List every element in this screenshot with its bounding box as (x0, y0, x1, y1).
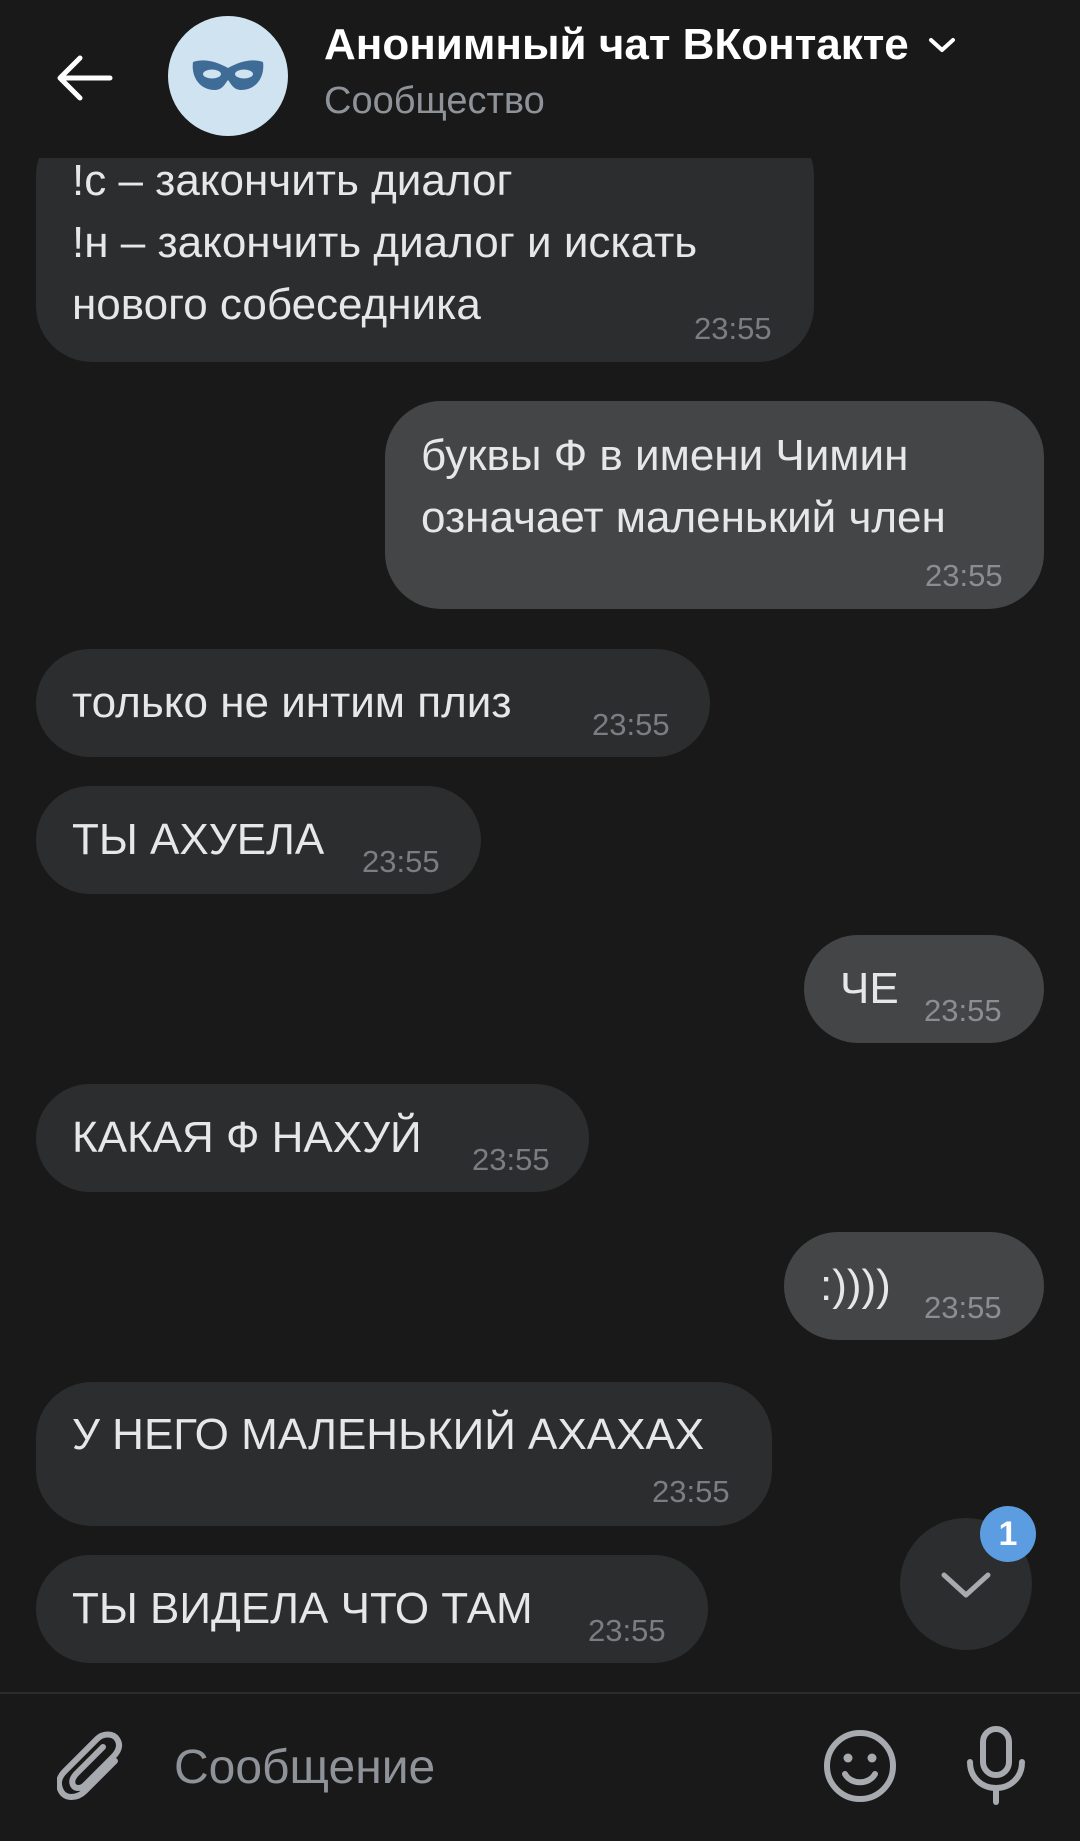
message-text: ТЫ ВИДЕЛА ЧТО ТАМ (72, 1584, 533, 1633)
message-bubble[interactable]: :)))) 23:55 (784, 1232, 1044, 1340)
voice-message-button[interactable] (948, 1718, 1044, 1814)
message-time: 23:55 (362, 844, 440, 879)
message-time: 23:55 (925, 558, 1003, 593)
message-text: !с – закончить диалог !н – закончить диа… (72, 156, 698, 329)
message-time: 23:55 (924, 1290, 1002, 1325)
message-bubble[interactable]: буквы Ф в имени Чимин означает маленький… (385, 401, 1044, 609)
message-bubble[interactable]: У НЕГО МАЛЕНЬКИЙ АХАХАХ 23:55 (36, 1382, 772, 1526)
message-composer (0, 1692, 1080, 1841)
emoji-button[interactable] (812, 1718, 908, 1814)
mask-icon (191, 58, 265, 94)
message-text: КАКАЯ Ф НАХУЙ (72, 1113, 422, 1162)
attach-button[interactable] (48, 1722, 138, 1812)
message-time: 23:55 (472, 1142, 550, 1177)
chat-title-area[interactable]: Анонимный чат ВКонтакте Сообщество (324, 20, 957, 123)
message-bubble[interactable]: ЧЕ 23:55 (804, 935, 1044, 1043)
chevron-down-icon (940, 1569, 992, 1599)
message-time: 23:55 (652, 1474, 730, 1509)
message-text: только не интим плиз (72, 678, 512, 727)
chat-subtitle: Сообщество (324, 80, 545, 122)
message-bubble[interactable]: ТЫ ВИДЕЛА ЧТО ТАМ 23:55 (36, 1555, 708, 1663)
paperclip-icon (57, 1727, 129, 1807)
message-time: 23:55 (592, 707, 670, 742)
message-list[interactable]: !с – закончить диалог !н – закончить диа… (0, 0, 1080, 1690)
message-text: У НЕГО МАЛЕНЬКИЙ АХАХАХ (72, 1410, 705, 1459)
back-button[interactable] (48, 42, 120, 114)
arrow-left-icon (54, 53, 114, 103)
message-bubble[interactable]: только не интим плиз 23:55 (36, 649, 710, 757)
smile-icon (823, 1729, 897, 1803)
avatar[interactable] (168, 16, 288, 136)
microphone-icon (964, 1726, 1028, 1806)
message-time: 23:55 (588, 1613, 666, 1648)
message-bubble[interactable]: ТЫ АХУЕЛА 23:55 (36, 786, 481, 894)
message-input[interactable] (172, 1724, 776, 1810)
message-text: ТЫ АХУЕЛА (72, 815, 325, 864)
unread-badge: 1 (980, 1506, 1036, 1562)
message-text: буквы Ф в имени Чимин означает маленький… (421, 431, 946, 542)
message-bubble[interactable]: КАКАЯ Ф НАХУЙ 23:55 (36, 1084, 589, 1192)
chat-title: Анонимный чат ВКонтакте (324, 20, 909, 69)
chevron-down-icon (927, 35, 957, 55)
message-time: 23:55 (924, 993, 1002, 1028)
message-time: 23:55 (694, 311, 772, 346)
message-text: :)))) (820, 1261, 891, 1310)
chat-header: Анонимный чат ВКонтакте Сообщество (0, 0, 1080, 158)
message-text: ЧЕ (840, 964, 899, 1013)
